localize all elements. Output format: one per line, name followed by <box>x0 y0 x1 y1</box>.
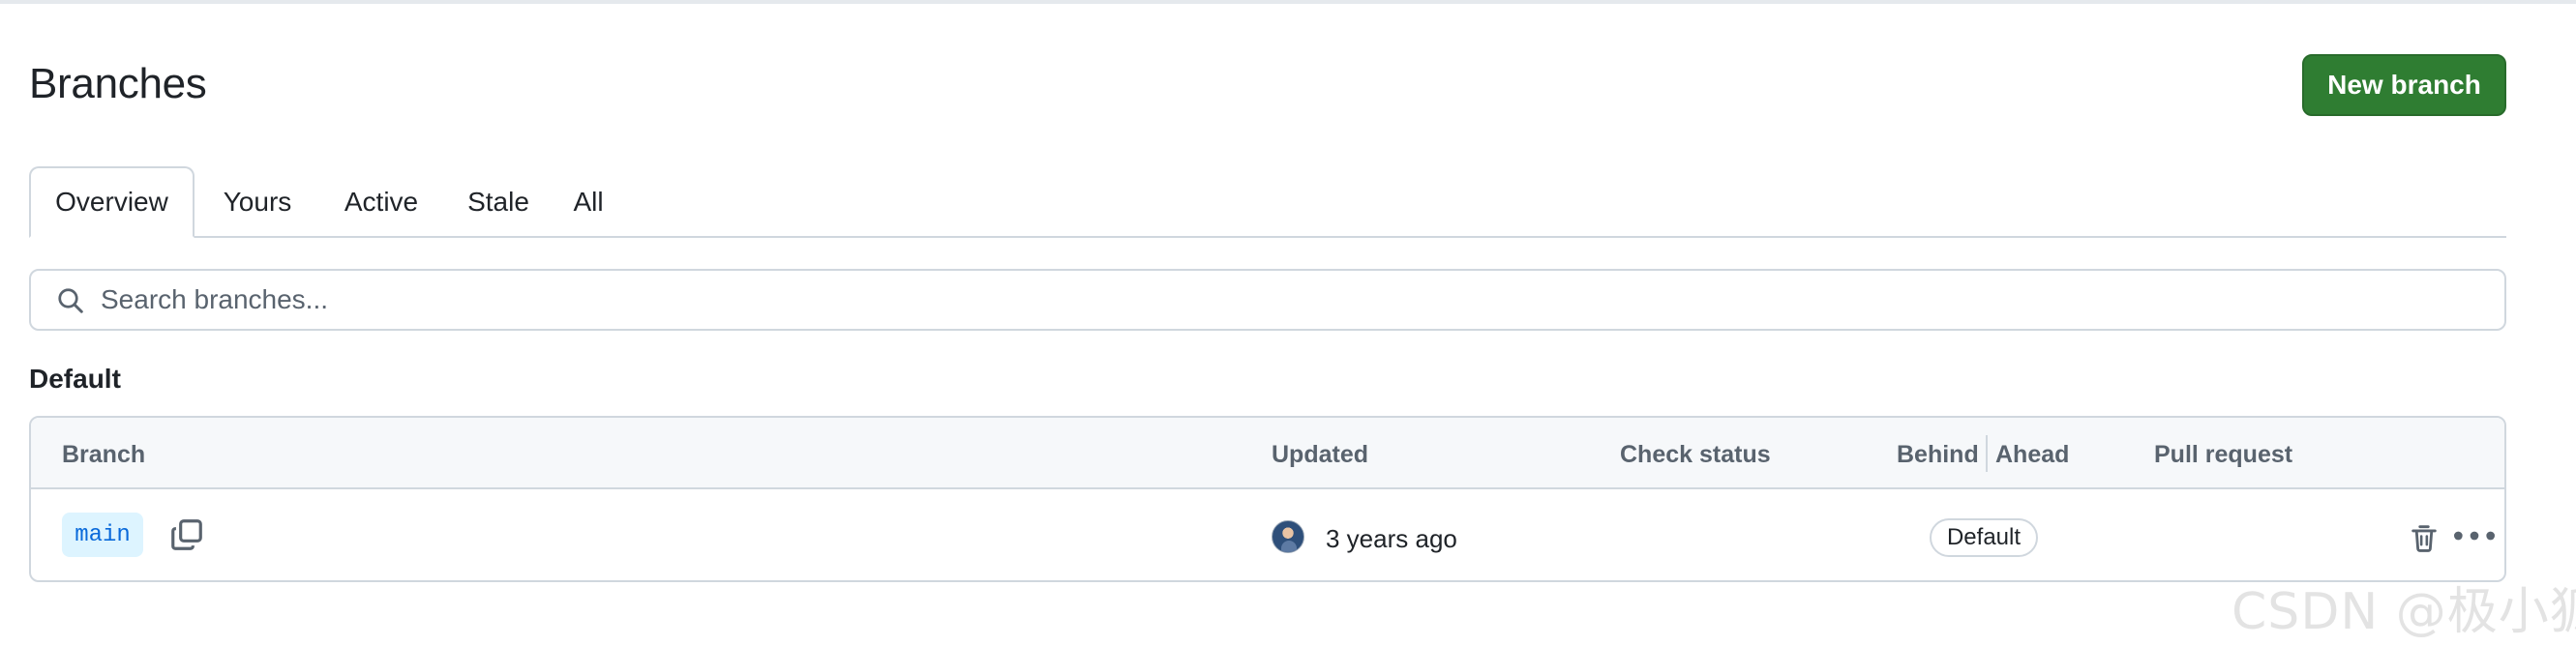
column-ahead: Ahead <box>1995 441 2070 468</box>
table-header: Branch Updated Check status Behind Ahead… <box>31 418 2504 489</box>
copy-icon[interactable] <box>168 516 205 553</box>
branches-table: Branch Updated Check status Behind Ahead… <box>29 416 2506 582</box>
search-icon <box>58 288 83 313</box>
top-divider <box>0 0 2576 4</box>
updated-time: 3 years ago <box>1326 524 1457 553</box>
tab-overview[interactable]: Overview <box>29 166 195 238</box>
tab-active[interactable]: Active <box>323 166 439 238</box>
kebab-menu-icon[interactable] <box>2450 524 2499 547</box>
watermark: CSDN @极小狐 <box>2232 583 2576 641</box>
tab-yours[interactable]: Yours <box>203 166 312 238</box>
default-badge: Default <box>1930 518 2038 557</box>
branch-tabs: Overview Yours Active Stale All <box>29 166 2506 238</box>
trash-icon[interactable] <box>2408 520 2441 555</box>
search-input[interactable] <box>101 279 2491 321</box>
column-pull-request: Pull request <box>2154 441 2293 468</box>
column-updated: Updated <box>1272 441 1368 468</box>
page-title: Branches <box>29 60 207 107</box>
tab-all[interactable]: All <box>559 166 617 238</box>
column-branch: Branch <box>62 441 146 468</box>
table-row: main 3 years ago Default <box>31 491 2504 580</box>
section-heading-default: Default <box>29 364 121 394</box>
column-check-status: Check status <box>1620 441 1771 468</box>
new-branch-button[interactable]: New branch <box>2302 54 2506 116</box>
tab-stale[interactable]: Stale <box>449 166 548 238</box>
column-behind: Behind <box>1897 441 1979 468</box>
branch-name-link[interactable]: main <box>62 513 143 557</box>
avatar[interactable] <box>1272 520 1304 553</box>
behind-ahead-divider <box>1986 435 1988 472</box>
search-box <box>29 269 2506 331</box>
